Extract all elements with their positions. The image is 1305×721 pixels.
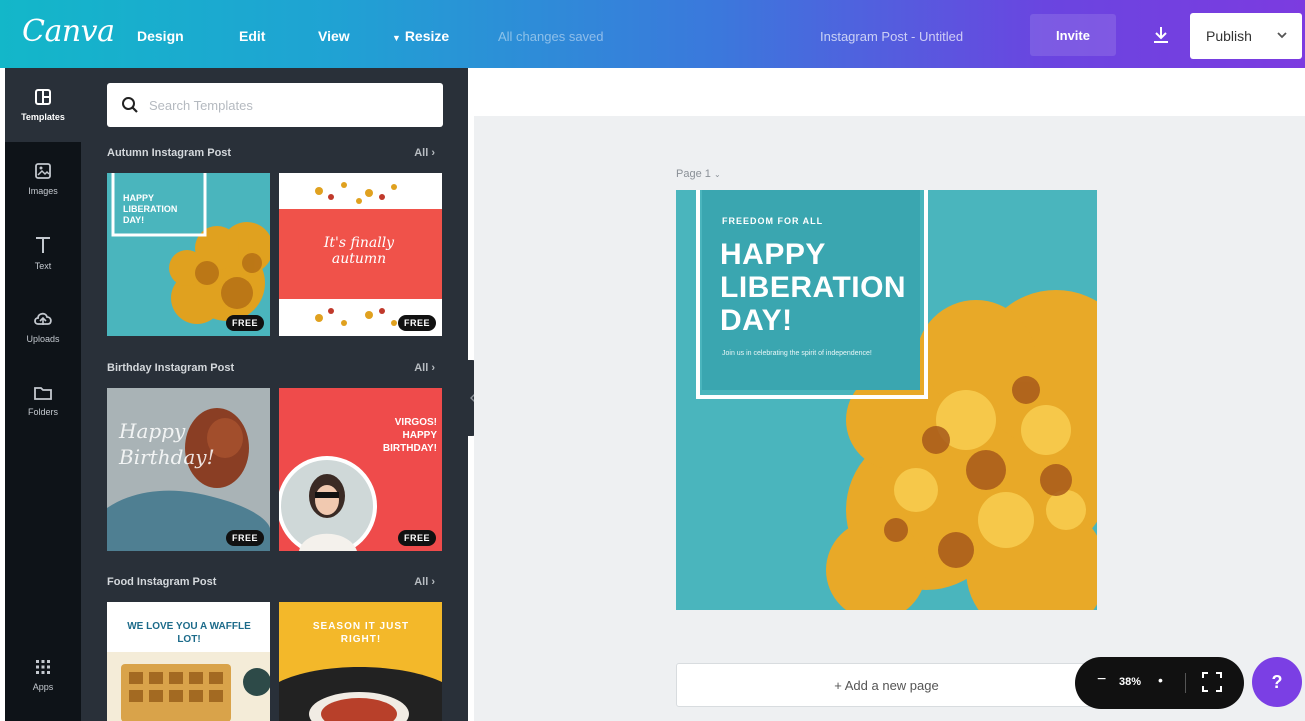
design-title[interactable]: HAPPY LIBERATION DAY! <box>720 238 906 337</box>
publish-label: Publish <box>1206 28 1252 44</box>
search-box[interactable] <box>107 83 443 127</box>
sidebar-item-images[interactable]: Images <box>5 142 81 216</box>
folder-icon <box>34 387 52 400</box>
thumb-text: HAPPY LIBERATION DAY! <box>123 193 178 225</box>
free-badge: FREE <box>397 530 436 546</box>
sidebar-item-uploads[interactable]: Uploads <box>5 290 81 364</box>
free-badge: FREE <box>397 315 436 331</box>
sidebar-item-label: Uploads <box>26 334 60 344</box>
section-header-birthday: Birthday Instagram Post All › <box>107 362 443 374</box>
canva-logo[interactable]: Canva <box>22 14 115 49</box>
title-line: LIBERATION <box>720 271 907 304</box>
canvas-toolbar-area <box>468 68 1305 116</box>
resize-menu[interactable]: ▼ Resize <box>392 28 449 44</box>
chevron-down-icon <box>1277 32 1287 39</box>
title-line: DAY! <box>720 304 793 337</box>
see-all-food-link[interactable]: All › <box>414 576 435 588</box>
section-title: Food Instagram Post <box>107 576 217 588</box>
section-title: Birthday Instagram Post <box>107 362 235 374</box>
design-menu[interactable]: Design <box>137 28 184 44</box>
sidebar-item-apps[interactable]: Apps <box>5 638 81 712</box>
search-input[interactable] <box>149 97 409 113</box>
help-button[interactable]: ? <box>1252 657 1302 707</box>
sidebar-item-templates[interactable]: Templates <box>5 68 81 142</box>
fullscreen-button[interactable] <box>1201 671 1223 693</box>
download-button[interactable] <box>1140 14 1182 56</box>
sidebar-item-label: Templates <box>21 112 65 122</box>
sidebar-item-label: Folders <box>27 407 58 417</box>
section-header-food: Food Instagram Post All › <box>107 576 443 588</box>
apps-icon <box>36 660 50 674</box>
template-thumb-happy-birthday[interactable]: Happy Birthday! FREE <box>107 388 270 551</box>
design-body-text[interactable]: Join us in celebrating the spirit of ind… <box>722 348 892 359</box>
free-badge: FREE <box>225 315 264 331</box>
sidebar-item-label: Text <box>34 261 52 271</box>
top-bar: Canva Design Edit View ▼ Resize All chan… <box>0 0 1305 68</box>
download-icon <box>1154 27 1168 43</box>
sidebar-item-folders[interactable]: Folders <box>5 364 81 438</box>
thumb-text: It's finally autumn <box>323 235 395 267</box>
upload-icon <box>34 312 52 325</box>
fullscreen-icon <box>1202 672 1222 692</box>
section-header-autumn: Autumn Instagram Post All › <box>107 147 443 159</box>
see-all-autumn-link[interactable]: All › <box>414 147 435 159</box>
title-line: HAPPY <box>720 238 826 271</box>
zoom-divider <box>1185 673 1186 693</box>
page-label[interactable]: Page 1 ⌄ <box>676 168 721 180</box>
thumb-text: Happy Birthday! <box>119 419 215 469</box>
text-icon <box>36 237 50 253</box>
template-thumb-finally-autumn[interactable]: It's finally autumn FREE <box>279 173 442 336</box>
templates-panel: Autumn Instagram Post All › HAPPY LIBERA… <box>81 68 468 721</box>
template-thumb-season-it[interactable]: SEASON IT JUST RIGHT! <box>279 602 442 721</box>
sidebar-item-label: Apps <box>32 682 54 692</box>
sidebar-item-text[interactable]: Text <box>5 216 81 290</box>
zoom-in-button[interactable]: • <box>1158 672 1163 688</box>
publish-button[interactable]: Publish <box>1190 13 1302 59</box>
templates-icon <box>35 89 51 105</box>
invite-button[interactable]: Invite <box>1030 14 1116 56</box>
left-rail: Templates Images Text Uploads Folders Ap… <box>5 68 81 721</box>
resize-label: Resize <box>404 28 450 44</box>
design-subtitle[interactable]: FREEDOM FOR ALL <box>722 216 823 226</box>
free-badge: FREE <box>225 530 264 546</box>
zoom-out-button[interactable]: − <box>1097 671 1106 689</box>
view-menu[interactable]: View <box>318 28 350 44</box>
search-icon <box>122 97 138 113</box>
image-icon <box>35 163 51 179</box>
thumb-text: WE LOVE YOU A WAFFLE LOT! <box>127 621 251 645</box>
add-page-button[interactable]: + Add a new page <box>676 663 1097 707</box>
see-all-birthday-link[interactable]: All › <box>414 362 435 374</box>
edit-menu[interactable]: Edit <box>239 28 265 44</box>
section-title: Autumn Instagram Post <box>107 147 232 159</box>
zoom-value[interactable]: 38% <box>1119 676 1141 688</box>
sidebar-item-label: Images <box>28 186 58 196</box>
portrait-circle-photo <box>279 456 377 551</box>
save-status: All changes saved <box>498 29 604 44</box>
thumb-text: VIRGOS! HAPPY BIRTHDAY! <box>382 417 437 454</box>
template-thumb-virgos-birthday[interactable]: VIRGOS! HAPPY BIRTHDAY! FREE <box>279 388 442 551</box>
template-thumb-waffle[interactable]: WE LOVE YOU A WAFFLE LOT! <box>107 602 270 721</box>
resize-icon: ▼ <box>392 33 401 43</box>
thumb-text: SEASON IT JUST RIGHT! <box>312 621 410 645</box>
zoom-control: − 38% • <box>1075 657 1244 709</box>
chevron-down-icon: ⌄ <box>713 170 721 179</box>
template-thumb-liberation-day[interactable]: HAPPY LIBERATION DAY! FREE <box>107 173 270 336</box>
design-page[interactable]: FREEDOM FOR ALL HAPPY LIBERATION DAY! Jo… <box>676 190 1097 610</box>
document-title[interactable]: Instagram Post - Untitled <box>820 29 963 44</box>
